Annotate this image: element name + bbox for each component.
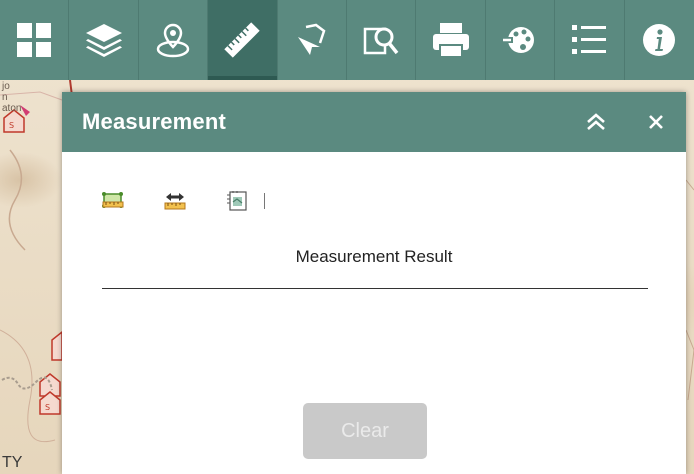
panel-title: Measurement [82, 109, 227, 134]
measurement-panel: Measurement Measurement Result Clear [62, 92, 686, 474]
print-icon [432, 23, 469, 58]
map-label-jo: jo [2, 81, 10, 92]
about-button[interactable] [625, 0, 694, 80]
clear-button[interactable]: Clear [303, 403, 427, 459]
distance-measure-icon [164, 193, 186, 210]
measurement-button[interactable] [208, 0, 278, 80]
basemap-gallery-button[interactable] [0, 0, 70, 80]
map-label-n: n [2, 92, 8, 103]
layer-list-button[interactable] [69, 0, 139, 80]
palette-icon [502, 27, 534, 53]
area-measure-button[interactable] [100, 188, 126, 214]
map-label-ty: TY [2, 454, 23, 471]
location-measure-button[interactable] [224, 188, 250, 214]
info-icon [643, 24, 676, 56]
legend-button[interactable] [555, 0, 625, 80]
double-chevron-up-icon [587, 113, 605, 130]
panel-header: Measurement [62, 92, 686, 152]
print-button[interactable] [416, 0, 486, 80]
collapse-button[interactable] [584, 110, 608, 134]
my-location-button[interactable] [139, 0, 209, 80]
area-measure-icon [102, 192, 124, 208]
select-icon [297, 23, 326, 55]
widget-toolbar [0, 0, 694, 80]
result-divider [102, 288, 648, 289]
distance-measure-button[interactable] [162, 188, 188, 214]
close-icon [649, 115, 663, 129]
layers-icon [85, 24, 122, 57]
query-icon [363, 27, 399, 55]
query-button[interactable] [347, 0, 417, 80]
location-icon [156, 23, 190, 58]
map-label-aton: aton [2, 103, 22, 114]
location-measure-icon [227, 191, 247, 211]
svg-text:S: S [9, 121, 14, 130]
close-button[interactable] [644, 110, 668, 134]
select-button[interactable] [278, 0, 347, 80]
measurement-result-label: Measurement Result [295, 247, 453, 266]
svg-text:S: S [45, 403, 50, 412]
ruler-icon [224, 22, 261, 58]
tools-divider [264, 193, 265, 209]
legend-icon [572, 25, 607, 54]
basemap-gallery-icon [17, 23, 52, 57]
draw-style-button[interactable] [486, 0, 556, 80]
measurement-tools [100, 188, 265, 214]
